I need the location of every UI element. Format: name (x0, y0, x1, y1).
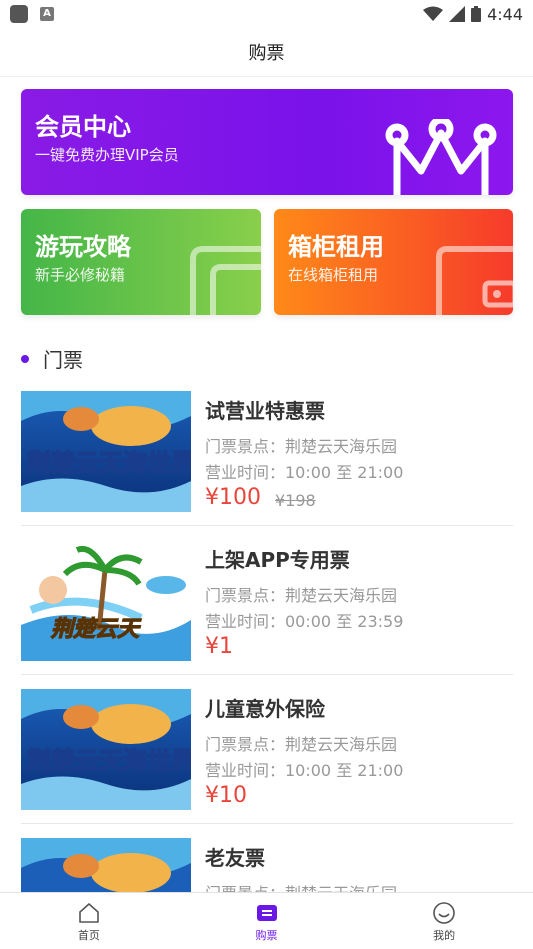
ticket-price: ¥1 (205, 634, 233, 659)
tab-home-label: 首页 (77, 929, 100, 942)
thumb-logo-text: 荆楚云天 (51, 616, 142, 642)
ticket-spot: 门票景点：荆楚云天海乐园 (205, 586, 398, 605)
signal-icon (449, 6, 466, 22)
ticket-name: 试营业特惠票 (205, 399, 325, 423)
divider (0, 76, 533, 77)
ticket-original-price: ¥198 (275, 491, 316, 510)
locker-card-title: 箱柜租用 (288, 233, 384, 261)
notification-a-icon: A (40, 7, 54, 21)
vip-card-title: 会员中心 (35, 113, 131, 141)
ticket-price: ¥10 (205, 783, 247, 808)
play-guide-card[interactable]: 游玩攻略 新手必修秘籍 (21, 209, 261, 315)
guide-card-subtitle: 新手必修秘籍 (35, 266, 126, 284)
ticket-thumbnail: 荆楚云天海世界 (21, 689, 191, 810)
divider (21, 674, 513, 675)
status-time: 4:44 (487, 4, 523, 24)
guide-card-title: 游玩攻略 (35, 233, 131, 261)
tab-mine-label: 我的 (433, 929, 456, 942)
smile-icon (433, 902, 455, 924)
ticket-item[interactable]: 荆楚云天 上架APP专用票 门票景点：荆楚云天海乐园 营业时间：00:00 至 … (21, 540, 513, 675)
locker-card-subtitle: 在线箱柜租用 (288, 266, 379, 284)
bottom-tab-bar: 首页 购票 我的 (0, 892, 533, 949)
ticket-price: ¥100 (205, 485, 261, 510)
thumb-logo-text: 荆楚云天海世界 (27, 449, 191, 477)
wifi-icon (423, 6, 444, 21)
locker-rental-card[interactable]: 箱柜租用 在线箱柜租用 (274, 209, 513, 315)
ticket-item[interactable]: 荆楚云天海世界 儿童意外保险 门票景点：荆楚云天海乐园 营业时间：10:00 至… (21, 689, 513, 824)
app-notification-icon (10, 5, 28, 23)
tab-tickets[interactable]: 购票 (178, 893, 356, 949)
section-title: 门票 (43, 348, 83, 372)
section-bullet (21, 354, 29, 363)
tab-home[interactable]: 首页 (0, 893, 178, 949)
tickets-section-heading: 门票 (21, 344, 83, 373)
ticket-hours: 营业时间：10:00 至 21:00 (205, 761, 404, 780)
ticket-thumbnail: 荆楚云天海世界 (21, 391, 191, 512)
ticket-name: 上架APP专用票 (205, 548, 350, 572)
locker-icon (436, 246, 513, 315)
battery-icon (471, 6, 482, 22)
status-bar: A 4:44 (0, 0, 533, 28)
vip-center-card[interactable]: 会员中心 一键免费办理VIP会员 (21, 89, 513, 195)
tab-tickets-label: 购票 (255, 929, 278, 942)
thumb-logo-text: 荆楚云天海世界 (27, 747, 191, 775)
ticket-hours: 营业时间：10:00 至 21:00 (205, 463, 404, 482)
ticket-name: 老友票 (205, 846, 265, 870)
divider (21, 525, 513, 526)
ticket-icon (256, 905, 277, 921)
page-title: 购票 (248, 43, 285, 64)
vip-card-subtitle: 一键免费办理VIP会员 (35, 146, 179, 164)
ticket-item[interactable]: 荆楚云天海世界 试营业特惠票 门票景点：荆楚云天海乐园 营业时间：10:00 至… (21, 391, 513, 526)
divider (21, 823, 513, 824)
tab-mine[interactable]: 我的 (355, 893, 533, 949)
crown-icon (385, 119, 497, 195)
guide-book-icon (190, 246, 261, 315)
ticket-spot: 门票景点：荆楚云天海乐园 (205, 735, 398, 754)
ticket-spot: 门票景点：荆楚云天海乐园 (205, 437, 398, 456)
ticket-hours: 营业时间：00:00 至 23:59 (205, 612, 404, 631)
ticket-thumbnail: 荆楚云天 (21, 540, 191, 661)
ticket-name: 儿童意外保险 (205, 697, 325, 721)
home-icon (79, 903, 99, 923)
